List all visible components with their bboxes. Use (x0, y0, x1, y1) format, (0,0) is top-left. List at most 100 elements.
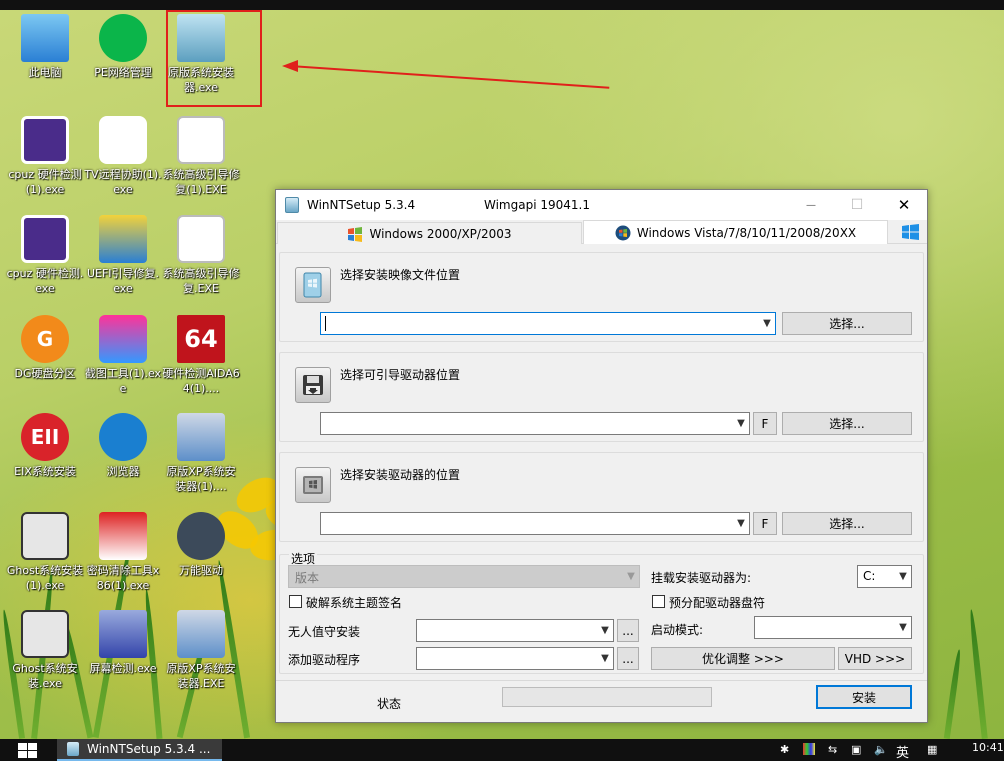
desktop-icon-cpuz-1[interactable]: cpuz 硬件检测(1).exe (5, 112, 85, 208)
unattended-label: 无人值守安装 (288, 625, 361, 639)
windows-orb-icon (615, 225, 631, 241)
title-bar[interactable]: WinNTSetup 5.3.4 Wimgapi 19041.1 — ☐ ✕ (276, 190, 927, 220)
minimize-button[interactable]: — (788, 190, 834, 220)
desktop-icon-screenshot-tool[interactable]: 截图工具(1).exe (83, 311, 163, 407)
patch-theme-label: 破解系统主题签名 (306, 596, 403, 610)
image-browse-button[interactable]: 选择... (782, 312, 912, 335)
app-icon (285, 197, 299, 213)
close-button[interactable]: ✕ (881, 190, 927, 220)
windows-xp-flag-icon (347, 226, 363, 242)
image-section-title: 选择安装映像文件位置 (340, 268, 461, 282)
cpuz-icon (21, 215, 69, 263)
desktop-icon-label: 浏览器 (106, 465, 140, 478)
install-drive-combo[interactable]: ▼ (320, 512, 750, 535)
xp-installer-1-icon (177, 413, 225, 461)
desktop-icon-label: UEFI引导修复.exe (86, 267, 160, 295)
vhd-button[interactable]: VHD >>> (838, 647, 912, 670)
options-section: 选项 版本 ▼ 挂载安装驱动器为: C: ▼ 破解系统主题签名 预分配驱动器盘符… (279, 550, 924, 674)
boot-section-title: 选择可引导驱动器位置 (340, 368, 461, 382)
edition-value: 版本 (295, 571, 320, 585)
maximize-button[interactable]: ☐ (834, 190, 880, 220)
desktop-icon-label: 系统高级引导修复.EXE (162, 267, 240, 295)
screen-top-edge (0, 0, 1004, 10)
mount-drive-combo[interactable]: C: ▼ (857, 565, 912, 588)
desktop-icon-eix-installer[interactable]: EII EIX系统安装 (5, 409, 85, 505)
install-browse-button[interactable]: 选择... (782, 512, 912, 535)
desktop-icon-label: EIX系统安装 (14, 465, 76, 478)
chevron-down-icon: ▼ (737, 518, 745, 529)
bluetooth-icon[interactable]: ✱ (780, 743, 789, 756)
desktop-icon-browser[interactable]: 浏览器 (83, 409, 163, 505)
add-drivers-label: 添加驱动程序 (288, 653, 361, 667)
close-icon: ✕ (897, 196, 911, 214)
volume-icon[interactable]: 🔈 (874, 743, 888, 756)
desktop-icon-this-pc[interactable]: 此电脑 (5, 10, 85, 106)
usb-icon[interactable]: ⇆ (828, 743, 837, 756)
ime-indicator[interactable]: 英 (896, 742, 909, 761)
clock[interactable]: 10:41 (972, 741, 1004, 754)
desktop-icon-boot-repair-1[interactable]: 系统高级引导修复(1).EXE (161, 112, 241, 208)
tab-vista-plus[interactable]: Windows Vista/7/8/10/11/2008/20XX (583, 220, 888, 244)
install-button[interactable]: 安装 (816, 685, 912, 709)
password-clear-icon (99, 512, 147, 560)
red-arrow-line (289, 65, 610, 89)
tab-xp[interactable]: Windows 2000/XP/2003 (277, 222, 582, 244)
boot-format-button[interactable]: F (753, 412, 777, 435)
boot-repair-1-icon (177, 116, 225, 164)
chevron-down-icon: ▼ (763, 318, 771, 329)
taskbar-item-winntsetup[interactable]: WinNTSetup 5.3.4 ... (57, 739, 222, 761)
desktop-icon-pe-network[interactable]: PE网络管理 (83, 10, 163, 106)
desktop-icon-label: Ghost系统安装(1).exe (6, 564, 84, 592)
desktop-icon-tv-remote[interactable]: TV远程协助(1).exe (83, 112, 163, 208)
browser-icon (99, 413, 147, 461)
boot-drive-combo[interactable]: ▼ (320, 412, 750, 435)
eix-installer-icon: EII (21, 413, 69, 461)
desktop-icon-label: 系统高级引导修复(1).EXE (162, 168, 240, 196)
wimgapi-version: Wimgapi 19041.1 (484, 198, 590, 212)
status-label: 状态 (377, 697, 402, 711)
windows10-logo-icon[interactable] (902, 224, 919, 243)
desktop-icon-uefi-repair[interactable]: UEFI引导修复.exe (83, 211, 163, 307)
network-icon[interactable]: ▣ (851, 743, 861, 756)
desktop-icon-cpuz[interactable]: cpuz 硬件检测.exe (5, 211, 85, 307)
desktop-icon-xp-installer-1[interactable]: 原版XP系统安装器(1).... (161, 409, 241, 505)
desktop-icon-universal-driver[interactable]: 万能驱动 (161, 508, 241, 604)
patch-theme-checkbox[interactable] (289, 595, 302, 608)
desktop-icon-boot-repair[interactable]: 系统高级引导修复.EXE (161, 211, 241, 307)
boot-mode-label: 启动模式: (651, 623, 704, 637)
desktop-icon-dg-partition[interactable]: G DG硬盘分区 (5, 311, 85, 407)
boot-browse-button[interactable]: 选择... (782, 412, 912, 435)
desktop-icon-ghost-install-1[interactable]: Ghost系统安装(1).exe (5, 508, 85, 604)
desktop-icon-xp-installer[interactable]: 原版XP系统安装器.EXE (161, 606, 241, 702)
install-drive-icon (295, 467, 331, 503)
install-format-button[interactable]: F (753, 512, 777, 535)
desktop-icon-label: 密码清除工具x86(1).exe (86, 564, 160, 592)
boot-mode-combo[interactable]: ▼ (754, 616, 912, 639)
screen-test-icon (99, 610, 147, 658)
prealloc-checkbox[interactable] (652, 595, 665, 608)
keyboard-icon[interactable]: ▦ (927, 743, 937, 756)
highlight-box (166, 10, 262, 107)
add-drivers-browse-button[interactable]: ... (617, 647, 639, 670)
desktop-icon-screen-test[interactable]: 屏幕检测.exe (83, 606, 163, 702)
install-image-icon (295, 267, 331, 303)
add-drivers-combo[interactable]: ▼ (416, 647, 614, 670)
desktop-icon-aida64[interactable]: 64 硬件检测AIDA64(1).... (161, 311, 241, 407)
tweaks-button[interactable]: 优化调整 >>> (651, 647, 835, 670)
unattended-browse-button[interactable]: ... (617, 619, 639, 642)
image-path-combo[interactable]: ▼ (320, 312, 776, 335)
desktop-icon-password-clear[interactable]: 密码清除工具x86(1).exe (83, 508, 163, 604)
desktop-icon-label: 截图工具(1).exe (84, 367, 162, 395)
pe-network-icon (99, 14, 147, 62)
eix-installer-badge: EII (30, 425, 60, 449)
maximize-icon: ☐ (850, 197, 864, 213)
universal-driver-icon (177, 512, 225, 560)
desktop-icon-label: TV远程协助(1).exe (84, 168, 162, 196)
unattended-combo[interactable]: ▼ (416, 619, 614, 642)
color-icon[interactable] (803, 743, 815, 755)
edition-combo[interactable]: 版本 ▼ (288, 565, 640, 588)
install-section-title: 选择安装驱动器的位置 (340, 468, 461, 482)
start-button[interactable] (18, 743, 38, 759)
desktop-icon-ghost-install[interactable]: Ghost系统安装.exe (5, 606, 85, 702)
desktop-icon-label: 原版XP系统安装器(1).... (166, 465, 236, 493)
